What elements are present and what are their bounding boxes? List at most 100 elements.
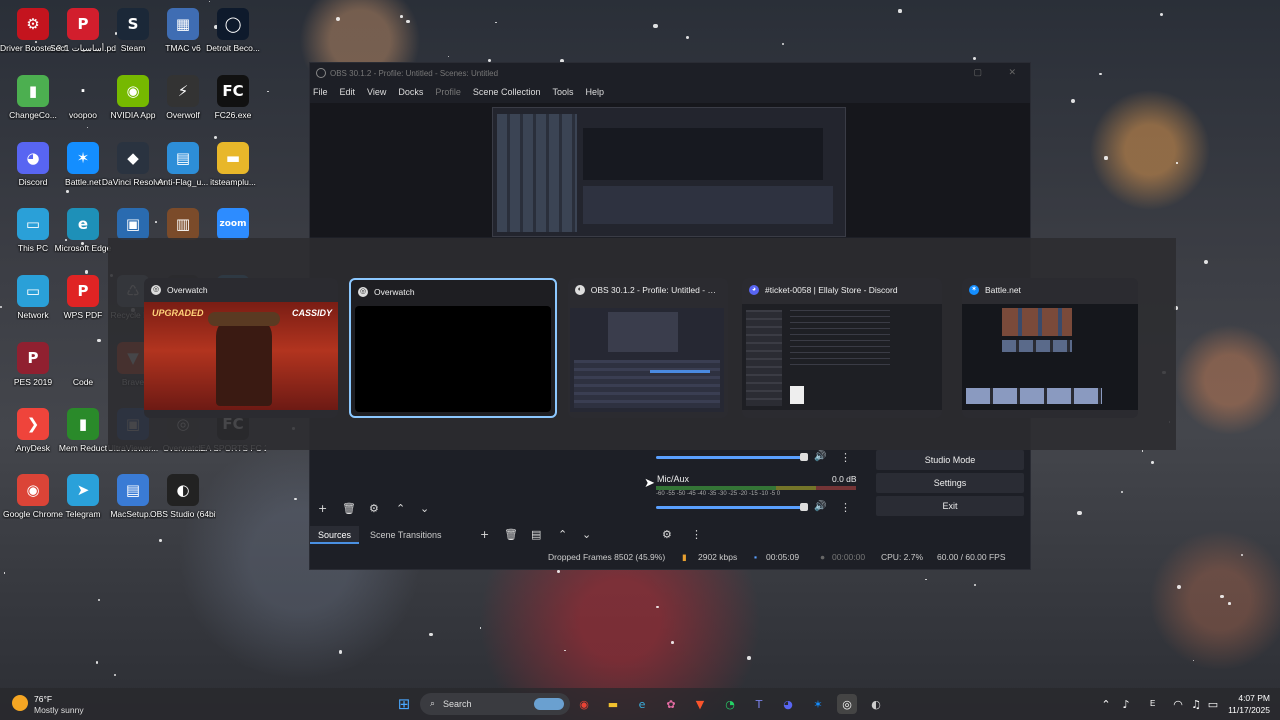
discord-icon: ◕ (749, 285, 759, 295)
taskbar-obs-icon[interactable]: ◐ (866, 694, 886, 714)
menu-help[interactable]: Help (585, 87, 604, 97)
chrome-icon: ◉ (17, 474, 49, 506)
menu-docks[interactable]: Docks (398, 87, 423, 97)
move-down-icon[interactable]: ⌄ (420, 502, 429, 515)
tab-scene-transitions[interactable]: Scene Transitions (362, 526, 450, 544)
taskbar-discord-icon[interactable]: ◕ (778, 694, 798, 714)
menu-edit[interactable]: Edit (340, 87, 356, 97)
snowflake (781, 42, 784, 45)
snowflake (113, 673, 117, 677)
driver-booster-icon: ⚙ (17, 8, 49, 40)
snowflake (1151, 460, 1154, 464)
tray-mic-icon[interactable]: ♪ (1116, 694, 1136, 714)
overwatch-icon: ◎ (358, 287, 368, 297)
start-icon[interactable]: ⊞ (394, 694, 414, 714)
snowflake (1241, 553, 1244, 557)
transition-props-icon[interactable]: ▤ (531, 528, 541, 541)
exit-button[interactable]: Exit (876, 496, 1024, 516)
anydesk-icon: ❯ (17, 408, 49, 440)
menu-profile[interactable]: Profile (435, 87, 461, 97)
menu-tools[interactable]: Tools (552, 87, 573, 97)
menu-view[interactable]: View (367, 87, 386, 97)
detroit-icon: ◯ (217, 8, 249, 40)
advanced-audio-icon[interactable]: ⚙ (662, 528, 672, 541)
mixer-db-value: 0.0 dB (832, 474, 857, 484)
tab-sources[interactable]: Sources (310, 526, 360, 544)
switcher-item-discord[interactable]: ◕ #ticket-0058 | Ellaly Store - Discord (742, 278, 942, 418)
clock-date[interactable]: 11/17/2025 (1222, 705, 1270, 715)
taskbar-teams-icon[interactable]: T (749, 694, 769, 714)
mixer-volume-slider-1[interactable] (656, 456, 808, 459)
taskbar-brave-icon[interactable]: ▼ (690, 694, 710, 714)
snowflake (1203, 259, 1209, 265)
switcher-title: Battle.net (985, 285, 1021, 295)
mixer-volume-knob-2[interactable] (800, 503, 808, 511)
desktop-icon[interactable]: ◯ Detroit Beco... (200, 8, 266, 53)
folder-icon: ▬ (217, 142, 249, 174)
tray-chevron-icon[interactable]: ⌃ (1096, 694, 1116, 714)
remove-transition-icon[interactable]: 🗑 (504, 528, 518, 541)
desktop-icon[interactable]: FC FC26.exe (200, 75, 266, 120)
snowflake (1176, 162, 1178, 164)
source-settings-icon[interactable]: ⚙ (369, 502, 379, 515)
status-dropped-frames: Dropped Frames 8502 (45.9%) (548, 552, 666, 562)
taskbar-overwatch-icon[interactable]: ◎ (837, 694, 857, 714)
more-options-icon[interactable]: ⋮ (691, 528, 702, 541)
taskbar-chrome-icon[interactable]: ◉ (574, 694, 594, 714)
tray-wifi-icon[interactable]: ◠ (1168, 694, 1188, 714)
weather-temp[interactable]: 76°F (34, 694, 52, 704)
switcher-item-battlenet[interactable]: ✶ Battle.net (962, 278, 1138, 418)
snowflake (214, 136, 218, 140)
input-language[interactable]: E (1150, 699, 1155, 708)
desktop-icon-label: Detroit Beco... (206, 43, 260, 53)
weather-sun-icon[interactable] (12, 695, 28, 711)
weather-desc[interactable]: Mostly sunny (34, 705, 84, 715)
switcher-item-overwatch-2[interactable]: ◎ Overwatch (349, 278, 557, 418)
code-icon (67, 342, 99, 374)
memreduct-icon: ▮ (67, 408, 99, 440)
snowflake (1099, 72, 1103, 76)
move-down-icon[interactable]: ⌄ (582, 528, 591, 541)
clock-time[interactable]: 4:07 PM (1230, 693, 1270, 703)
more-options-icon[interactable]: ⋮ (840, 451, 851, 464)
speaker-icon[interactable]: 🔊 (814, 451, 826, 462)
mixer-volume-slider-2[interactable] (656, 506, 808, 509)
maximize-icon[interactable]: ▢ (973, 67, 982, 78)
tray-battery-icon[interactable]: ▭ (1203, 694, 1223, 714)
desktop-icon[interactable]: ◐ OBS Studio (64bit) (150, 474, 216, 519)
mixer-volume-knob-1[interactable] (800, 453, 808, 461)
taskbar-battlenet-icon[interactable]: ✶ (808, 694, 828, 714)
taskbar-explorer-icon[interactable]: ▬ (603, 694, 623, 714)
obs-titlebar[interactable]: OBS 30.1.2 - Profile: Untitled - Scenes:… (310, 63, 1030, 83)
close-icon[interactable]: ✕ (1008, 67, 1016, 78)
obs-preview-capture (492, 107, 846, 237)
snowflake (1077, 510, 1082, 516)
snowflake (406, 19, 410, 24)
macsetup-icon: ▤ (117, 474, 149, 506)
taskbar-edge-icon[interactable]: e (632, 694, 652, 714)
status-cpu: CPU: 2.7% (881, 552, 924, 562)
taskbar-whatsapp-icon[interactable]: ◔ (720, 694, 740, 714)
add-source-icon[interactable]: + (318, 502, 327, 515)
pdf-icon: P (67, 8, 99, 40)
switcher-item-obs[interactable]: ◐ OBS 30.1.2 - Profile: Untitled - Sc... (568, 278, 728, 418)
obs-icon: ◐ (575, 285, 585, 295)
taskbar-app-icon[interactable]: ✿ (661, 694, 681, 714)
menu-scene-collection[interactable]: Scene Collection (473, 87, 541, 97)
desktop-icon[interactable]: ▬ itsteamplu... (200, 142, 266, 187)
settings-button[interactable]: Settings (876, 473, 1024, 493)
remove-source-icon[interactable]: 🗑 (342, 502, 356, 515)
snowflake (97, 599, 101, 602)
move-up-icon[interactable]: ⌃ (558, 528, 567, 541)
obs64-icon: ◐ (167, 474, 199, 506)
studio-mode-button[interactable]: Studio Mode (876, 450, 1024, 470)
battlenet-icon: ✶ (67, 142, 99, 174)
menu-file[interactable]: File (313, 87, 328, 97)
more-options-icon[interactable]: ⋮ (840, 501, 851, 514)
move-up-icon[interactable]: ⌃ (396, 502, 405, 515)
switcher-item-overwatch-1[interactable]: ◎ Overwatch UPGRADED CASSIDY (144, 278, 338, 418)
add-transition-icon[interactable]: + (480, 528, 489, 541)
speaker-icon[interactable]: 🔊 (814, 501, 826, 512)
snowflake (670, 641, 674, 645)
taskbar-search[interactable]: ⌕ Search (420, 693, 570, 715)
